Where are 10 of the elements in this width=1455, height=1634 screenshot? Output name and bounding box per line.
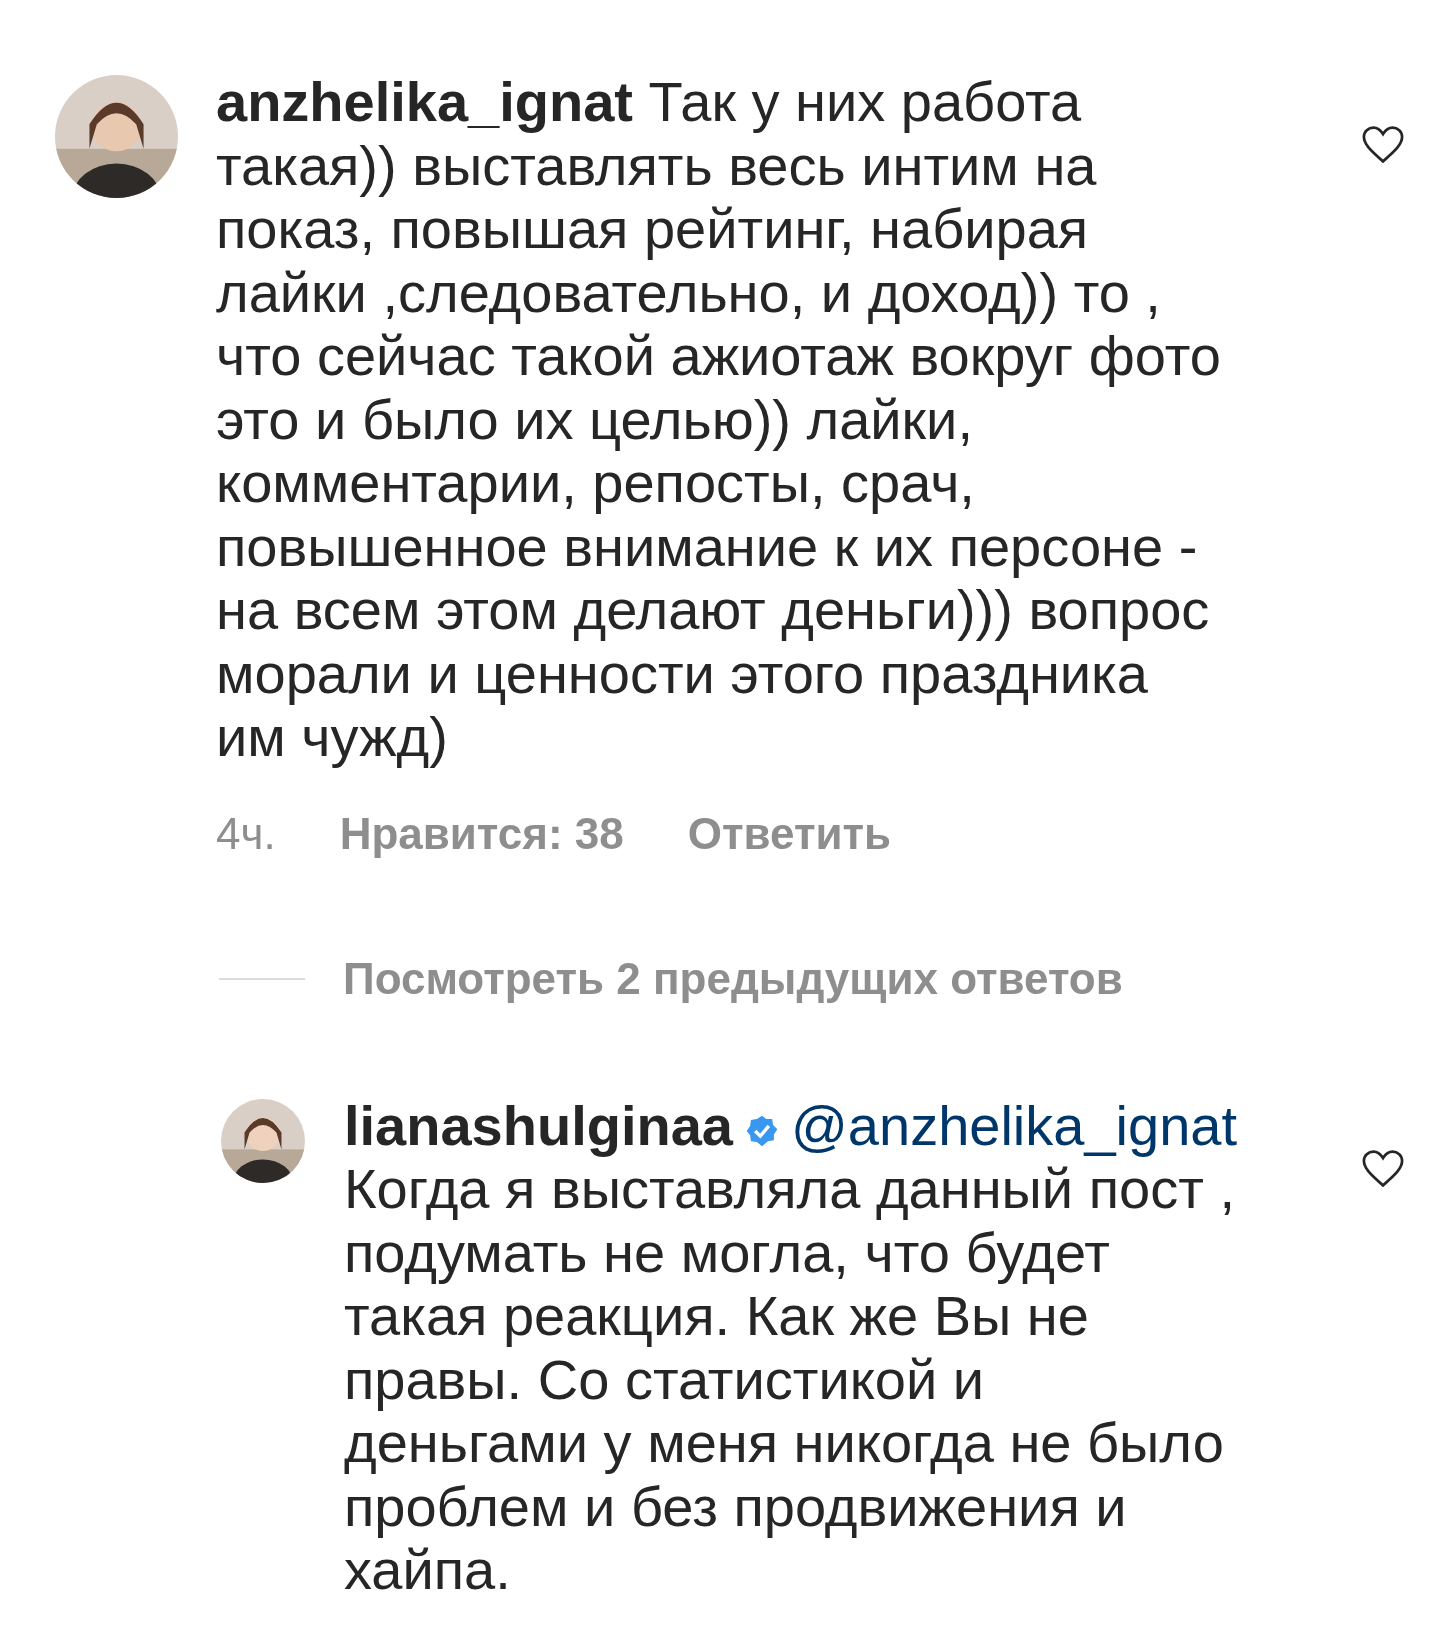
heart-icon[interactable] [1361,125,1405,165]
comment-text: anzhelika_ignat Так у них работа такая)) выставлять весь интим на показ, повышая рейтинг, набирая лайки ,следовательно, и доход)) то , что сейчас такой ажиотаж вокруг фото это и было их целью)) лайки, комментарии, репосты, срач, повышенное внимание к их персоне - на всем этом делают деньги))) вопрос морали и ценности этого праздника им чужд) [216,70,1222,769]
likes-count[interactable]: Нравится: 38 [339,808,624,859]
reply-link[interactable]: Ответить [687,808,892,859]
reply-text: Когда я выставляла данный пост , подумать не могла, что будет такая реакция. Как же Вы не правы. Со статистикой и деньгами у меня никогда не было проблем и без продвижения и хайпа. [344,1157,1236,1602]
username[interactable]: lianashulginaa [344,1093,733,1157]
mention-link[interactable]: @anzhelika_ignat [791,1093,1238,1157]
view-replies-link[interactable]: Посмотреть 2 предыдущих ответов [343,953,1123,1004]
comment-time: 4ч. [216,808,276,859]
heart-icon[interactable] [1361,1148,1405,1189]
